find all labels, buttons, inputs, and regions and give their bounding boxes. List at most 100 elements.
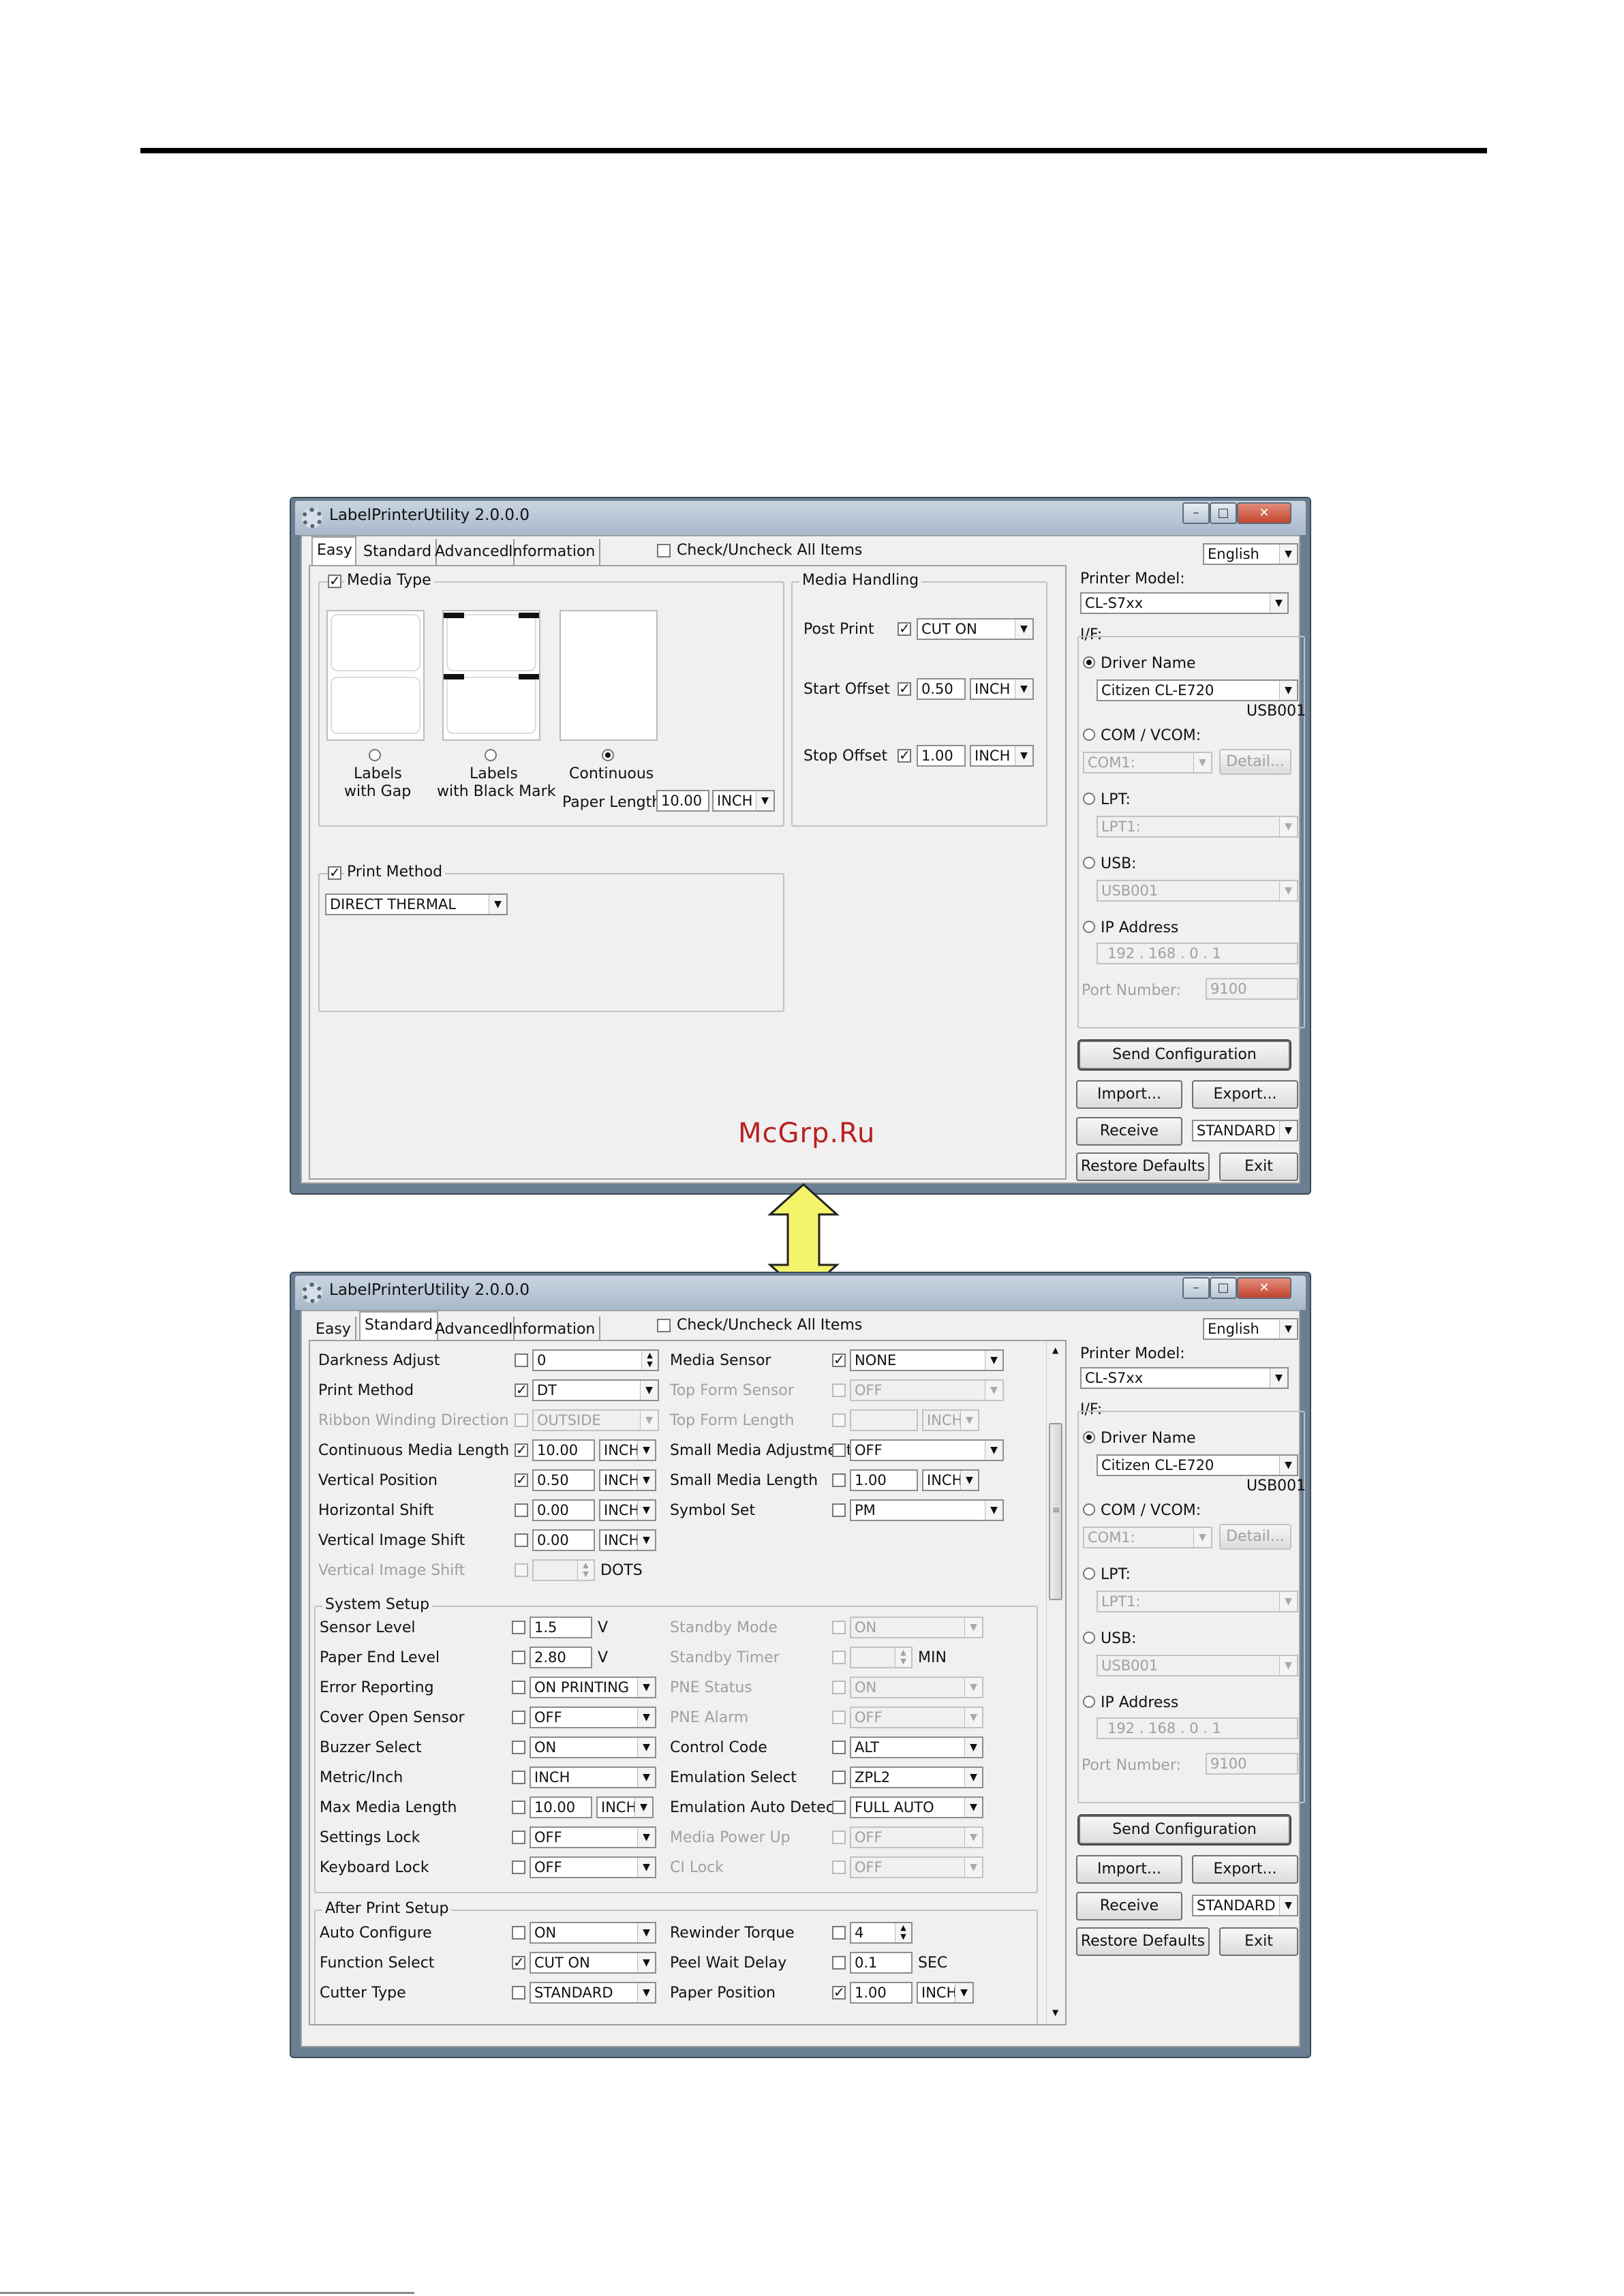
unit-select[interactable]: INCH ▼	[599, 1529, 656, 1551]
setting-checkbox[interactable]	[832, 1741, 846, 1754]
setting-select[interactable]: OFF ▼	[850, 1379, 1004, 1401]
ip-address-input[interactable]: 192 . 168 . 0 . 1	[1097, 943, 1298, 964]
setting-checkbox[interactable]	[512, 1926, 525, 1940]
stop-offset-input[interactable]: 1.00	[917, 745, 966, 767]
setting-select[interactable]: ZPL2 ▼	[850, 1766, 983, 1788]
start-offset-input[interactable]: 0.50	[917, 678, 966, 700]
export-button[interactable]: Export...	[1192, 1080, 1298, 1109]
setting-checkbox[interactable]	[832, 1711, 846, 1724]
unit-select[interactable]: INCH ▼	[599, 1439, 656, 1461]
import-button[interactable]: Import...	[1076, 1080, 1182, 1109]
driver-name-select[interactable]: Citizen CL-E720 ▼	[1097, 1454, 1298, 1476]
port-number-input[interactable]: 9100	[1206, 978, 1298, 1000]
start-offset-unit-select[interactable]: INCH ▼	[970, 678, 1034, 700]
setting-checkbox[interactable]	[515, 1353, 528, 1367]
setting-checkbox[interactable]	[515, 1533, 528, 1547]
setting-select[interactable]: CUT ON ▼	[530, 1952, 656, 1974]
spinner-icon[interactable]: ▲ ▼	[895, 1923, 911, 1942]
setting-checkbox[interactable]	[515, 1563, 528, 1577]
setting-input[interactable]: 4 ▲ ▼	[850, 1922, 913, 1944]
tab-standard[interactable]: Standard	[359, 1311, 439, 1340]
check-all-checkbox[interactable]	[657, 1319, 671, 1332]
close-icon[interactable]: ✕	[1237, 1277, 1291, 1299]
send-configuration-button[interactable]: Send Configuration	[1079, 1816, 1290, 1844]
import-button[interactable]: Import...	[1076, 1855, 1182, 1884]
lpt-radio[interactable]	[1083, 793, 1095, 805]
setting-select[interactable]: ON ▼	[530, 1736, 656, 1758]
setting-checkbox[interactable]: ✓	[512, 1955, 525, 1970]
exit-button[interactable]: Exit	[1219, 1152, 1298, 1181]
spinner-icon[interactable]: ▲ ▼	[641, 1351, 658, 1370]
setting-input[interactable]: 10.00	[530, 1796, 592, 1818]
usb-select[interactable]: USB001 ▼	[1097, 880, 1298, 902]
tab-information[interactable]: Information	[504, 539, 601, 565]
media-type-checkbox[interactable]: ✓	[328, 574, 341, 588]
maximize-icon[interactable]: □	[1210, 502, 1237, 524]
setting-select[interactable]: DT ▼	[532, 1379, 659, 1401]
paper-length-input[interactable]: 10.00	[656, 790, 709, 812]
language-select[interactable]: English ▼	[1203, 543, 1298, 565]
setting-select[interactable]: FULL AUTO ▼	[850, 1796, 983, 1818]
setting-select[interactable]: PM ▼	[850, 1499, 1004, 1521]
ip-address-radio[interactable]	[1083, 921, 1095, 933]
driver-name-select[interactable]: Citizen CL-E720 ▼	[1097, 679, 1298, 701]
receive-mode-select[interactable]: STANDARD ▼	[1192, 1120, 1298, 1142]
ip-address-input[interactable]: 192 . 168 . 0 . 1	[1097, 1717, 1298, 1739]
printer-model-select[interactable]: CL-S7xx ▼	[1080, 592, 1289, 614]
tab-advanced[interactable]: Advanced	[431, 1317, 515, 1343]
setting-checkbox[interactable]	[832, 1801, 846, 1814]
setting-checkbox[interactable]	[512, 1681, 525, 1694]
setting-select[interactable]: STANDARD ▼	[530, 1982, 656, 2004]
setting-input[interactable]: 1.00	[850, 1982, 913, 2004]
setting-select[interactable]: OUTSIDE ▼	[532, 1409, 659, 1431]
lpt-select[interactable]: LPT1: ▼	[1097, 816, 1298, 838]
setting-checkbox[interactable]	[512, 1771, 525, 1784]
setting-checkbox[interactable]	[832, 1473, 846, 1487]
com-radio[interactable]	[1083, 1503, 1095, 1516]
vertical-scrollbar[interactable]: ▲ ≡ ▼	[1046, 1341, 1065, 2024]
exit-button[interactable]: Exit	[1219, 1927, 1298, 1956]
unit-select[interactable]: INCH ▼	[917, 1982, 974, 2004]
setting-select[interactable]: ON ▼	[850, 1617, 983, 1638]
setting-select[interactable]: ALT ▼	[850, 1736, 983, 1758]
restore-defaults-button[interactable]: Restore Defaults	[1076, 1152, 1210, 1181]
receive-button[interactable]: Receive	[1076, 1117, 1182, 1146]
close-icon[interactable]: ✕	[1237, 502, 1291, 524]
com-select[interactable]: COM1: ▼	[1083, 752, 1212, 774]
setting-input[interactable]: 0.00	[532, 1529, 595, 1551]
labels-with-gap-radio[interactable]	[369, 749, 381, 761]
unit-select[interactable]: INCH ▼	[922, 1469, 979, 1491]
setting-checkbox[interactable]	[512, 1831, 525, 1844]
usb-radio[interactable]	[1083, 1632, 1095, 1644]
scroll-up-icon[interactable]: ▲	[1052, 1345, 1058, 1355]
setting-checkbox[interactable]	[512, 1986, 525, 2000]
setting-checkbox[interactable]	[832, 1621, 846, 1634]
setting-select[interactable]: ON PRINTING ▼	[530, 1677, 656, 1698]
driver-name-radio[interactable]	[1083, 656, 1095, 669]
usb-radio[interactable]	[1083, 857, 1095, 869]
minimize-icon[interactable]: –	[1182, 502, 1210, 524]
setting-select[interactable]: ON ▼	[850, 1677, 983, 1698]
printer-model-select[interactable]: CL-S7xx ▼	[1080, 1367, 1289, 1389]
title-bar[interactable]: LabelPrinterUtility 2.0.0.0 – □ ✕	[295, 501, 1306, 535]
setting-input[interactable]: ▲ ▼	[850, 1647, 913, 1668]
ip-address-radio[interactable]	[1083, 1696, 1095, 1708]
setting-checkbox[interactable]	[515, 1413, 528, 1427]
title-bar[interactable]: LabelPrinterUtility 2.0.0.0 – □ ✕	[295, 1276, 1306, 1310]
minimize-icon[interactable]: –	[1182, 1277, 1210, 1299]
print-method-checkbox[interactable]: ✓	[328, 866, 341, 880]
setting-select[interactable]: OFF ▼	[530, 1826, 656, 1848]
setting-select[interactable]: OFF ▼	[530, 1856, 656, 1878]
setting-checkbox[interactable]	[512, 1801, 525, 1814]
setting-checkbox[interactable]	[832, 1926, 846, 1940]
setting-input[interactable]: 0.1	[850, 1952, 913, 1974]
setting-checkbox[interactable]	[512, 1741, 525, 1754]
setting-checkbox[interactable]: ✓	[515, 1443, 528, 1457]
setting-select[interactable]: OFF ▼	[850, 1439, 1004, 1461]
usb-select[interactable]: USB001 ▼	[1097, 1655, 1298, 1677]
setting-input[interactable]: 10.00	[532, 1439, 595, 1461]
setting-checkbox[interactable]: ✓	[832, 1353, 846, 1367]
tab-advanced[interactable]: Advanced	[431, 539, 515, 565]
language-select[interactable]: English ▼	[1203, 1318, 1298, 1340]
export-button[interactable]: Export...	[1192, 1855, 1298, 1884]
